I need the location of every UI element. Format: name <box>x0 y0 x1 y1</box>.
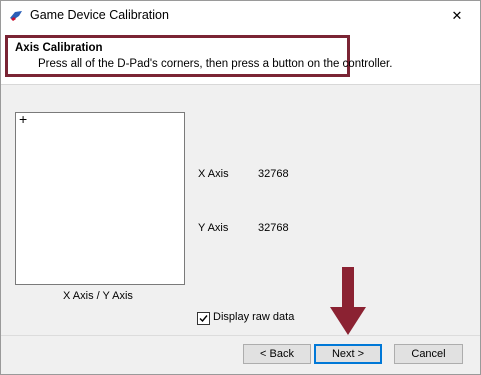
x-axis-value: 32768 <box>258 168 289 180</box>
close-icon: ✕ <box>451 8 463 23</box>
cancel-button[interactable]: Cancel <box>394 344 463 364</box>
down-arrow-annotation <box>330 267 366 335</box>
display-raw-data-label[interactable]: Display raw data <box>213 311 294 323</box>
page-instructions: Press all of the D-Pad's corners, then p… <box>38 58 393 70</box>
footer-separator <box>1 335 480 336</box>
close-button[interactable]: ✕ <box>434 1 480 31</box>
plot-label: X Axis / Y Axis <box>63 290 133 302</box>
xy-axis-plot: + <box>15 112 185 285</box>
next-button[interactable]: Next > <box>314 344 382 364</box>
calibration-window: Game Device Calibration ✕ Axis Calibrati… <box>0 0 481 375</box>
crosshair-icon: + <box>19 111 28 127</box>
game-controller-icon <box>8 9 24 23</box>
checkmark-icon <box>199 315 208 323</box>
window-title: Game Device Calibration <box>30 8 169 22</box>
back-button[interactable]: < Back <box>243 344 311 364</box>
x-axis-label: X Axis <box>198 168 229 180</box>
y-axis-label: Y Axis <box>198 222 229 234</box>
display-raw-data-checkbox[interactable] <box>197 312 210 325</box>
page-title: Axis Calibration <box>15 42 103 54</box>
y-axis-value: 32768 <box>258 222 289 234</box>
title-bar: Game Device Calibration ✕ <box>1 1 480 31</box>
